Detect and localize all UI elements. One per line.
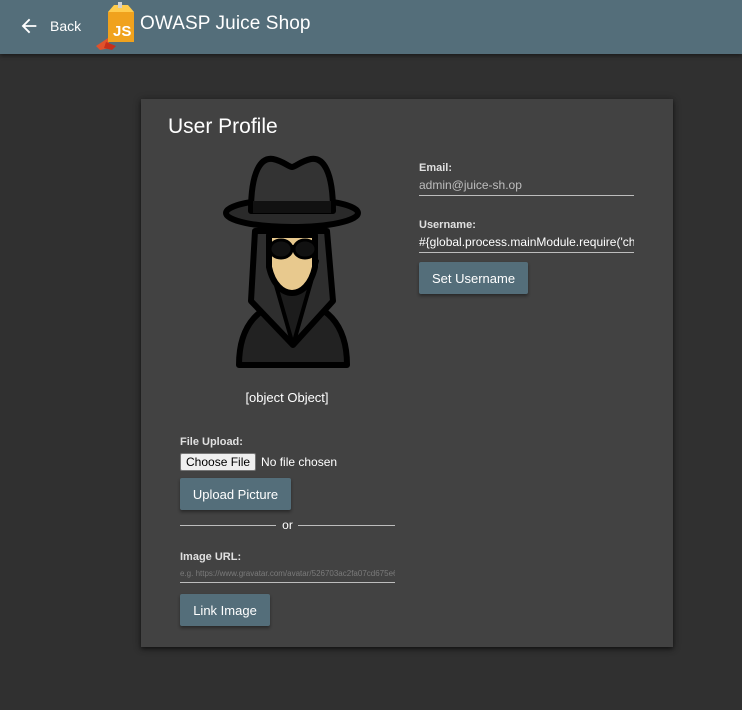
email-label: Email: — [419, 162, 453, 174]
set-username-button[interactable]: Set Username — [419, 262, 528, 294]
app-title[interactable]: OWASP Juice Shop — [140, 13, 311, 35]
file-input[interactable]: Choose File No file chosen — [180, 453, 337, 471]
juice-box-logo-icon[interactable]: JS — [94, 2, 140, 50]
or-label: or — [282, 518, 293, 532]
image-url-input[interactable]: e.g. https://www.gravatar.com/avatar/526… — [180, 569, 395, 583]
avatar-caption: [object Object] — [245, 390, 329, 405]
image-url-label: Image URL: — [180, 551, 242, 563]
back-button-label: Back — [50, 18, 82, 34]
link-image-button[interactable]: Link Image — [180, 594, 270, 626]
username-label: Username: — [419, 219, 476, 231]
choose-file-button[interactable]: Choose File — [180, 453, 257, 471]
page-title: User Profile — [168, 115, 278, 138]
top-toolbar: Back JS OWASP Juice Shop — [0, 0, 742, 54]
file-upload-label: File Upload: — [180, 436, 243, 448]
arrow-left-icon — [21, 18, 37, 34]
username-input[interactable]: #{global.process.mainModule.require('chi… — [419, 235, 634, 253]
spy-avatar-icon — [223, 155, 361, 368]
user-profile-card: User Profile [object Object] Email: admi… — [141, 99, 673, 647]
email-field: admin@juice-sh.op — [419, 178, 634, 196]
upload-picture-button[interactable]: Upload Picture — [180, 478, 291, 510]
no-file-chosen-text: No file chosen — [261, 455, 338, 469]
or-divider: or — [180, 517, 395, 533]
back-button[interactable]: Back — [14, 8, 84, 44]
svg-text:JS: JS — [113, 23, 131, 40]
